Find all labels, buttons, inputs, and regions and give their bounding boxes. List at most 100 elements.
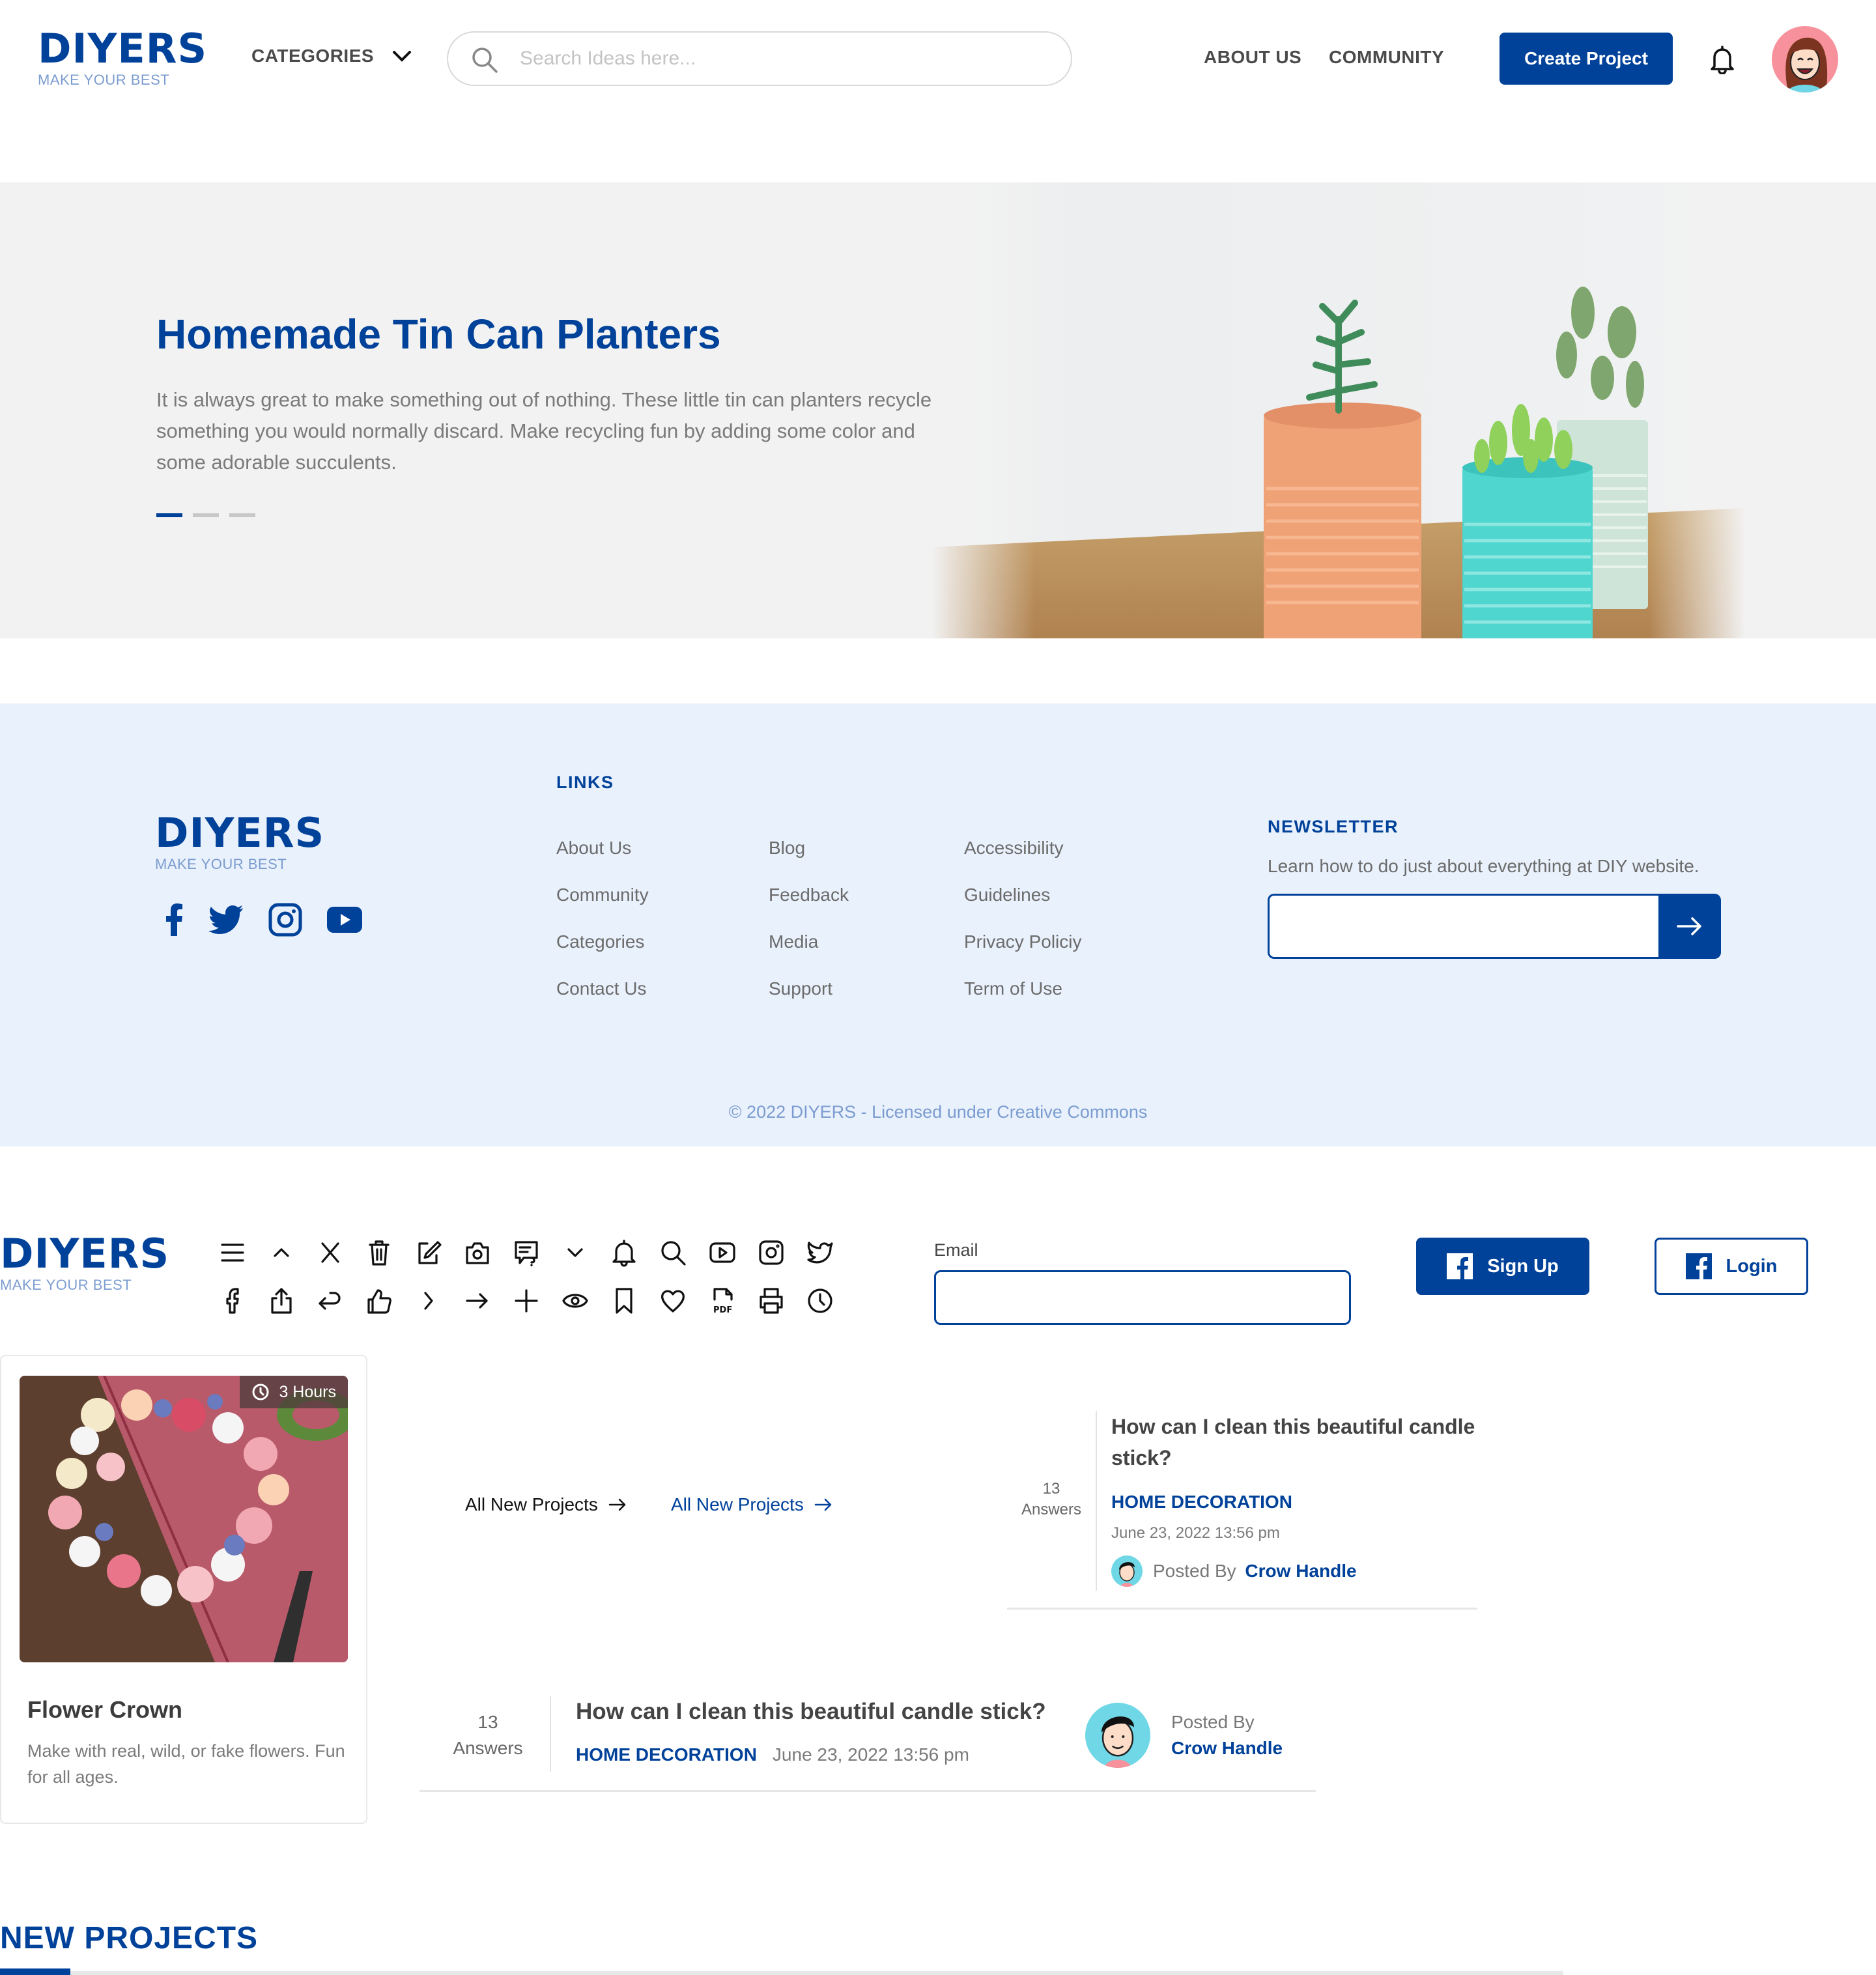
twitter-icon[interactable] [805, 1238, 835, 1268]
logo-tagline: MAKE YOUR BEST [38, 72, 170, 88]
section-title-new-projects: NEW PROJECTS [0, 1921, 259, 1955]
author-avatar[interactable] [1111, 1556, 1143, 1587]
all-new-projects-link-blue[interactable]: All New Projects [671, 1494, 832, 1515]
facebook-icon[interactable] [218, 1286, 248, 1316]
site-header: DIYERS MAKE YOUR BEST CATEGORIES ABOUT U… [0, 0, 1876, 117]
question-item-compact[interactable]: 13 Answers How can I clean this beautifu… [1007, 1411, 1477, 1610]
author-name[interactable]: Crow Handle [1245, 1561, 1356, 1581]
facebook-signup-button[interactable]: Sign Up [1416, 1238, 1589, 1295]
carousel-indicators [156, 513, 255, 517]
footer-link-community[interactable]: Community [556, 885, 649, 931]
author-name[interactable]: Crow Handle [1171, 1735, 1283, 1761]
duration-text: 3 Hours [279, 1382, 336, 1401]
search-bar[interactable] [447, 31, 1072, 86]
svg-text:PDF: PDF [713, 1305, 732, 1315]
reply-icon[interactable] [315, 1286, 345, 1316]
author-avatar[interactable] [1085, 1703, 1150, 1768]
eye-icon[interactable] [560, 1286, 590, 1316]
facebook-login-button[interactable]: Login [1655, 1238, 1808, 1295]
nav-community[interactable]: COMMUNITY [1329, 47, 1444, 68]
search-input[interactable] [520, 44, 1041, 73]
carousel-dot-3[interactable] [229, 513, 255, 517]
heart-icon[interactable] [658, 1286, 688, 1316]
youtube-icon[interactable] [327, 907, 362, 933]
bell-icon[interactable] [609, 1238, 639, 1268]
question-date: June 23, 2022 13:56 pm [1111, 1524, 1280, 1542]
email-label: Email [934, 1240, 978, 1260]
question-category[interactable]: HOME DECORATION [1111, 1492, 1292, 1513]
newsletter-text: Learn how to do just about everything at… [1268, 856, 1699, 876]
hero-description: It is always great to make something out… [156, 388, 932, 474]
menu-icon[interactable] [218, 1238, 248, 1268]
nav-about-us[interactable]: ABOUT US [1204, 47, 1301, 68]
bell-icon[interactable] [1709, 44, 1735, 74]
twitter-icon[interactable] [208, 905, 244, 935]
email-input[interactable] [934, 1270, 1351, 1325]
components-logo-tagline: MAKE YOUR BEST [0, 1277, 132, 1293]
question-author: Posted By Crow Handle [1111, 1556, 1357, 1587]
facebook-icon[interactable] [164, 903, 184, 936]
footer-link-privacy-policy[interactable]: Privacy Policiy [964, 931, 1081, 978]
chevron-down-icon[interactable] [560, 1238, 590, 1268]
print-icon[interactable] [756, 1286, 786, 1316]
section-underline-track [0, 1971, 1563, 1975]
edit-icon[interactable] [414, 1238, 444, 1268]
project-card-title[interactable]: Flower Crown [27, 1696, 182, 1724]
question-title[interactable]: How can I clean this beautiful candle st… [1111, 1411, 1476, 1473]
carousel-dot-1[interactable] [156, 513, 182, 517]
trash-icon[interactable] [364, 1238, 394, 1268]
close-icon[interactable] [315, 1238, 345, 1268]
footer-link-guidelines[interactable]: Guidelines [964, 885, 1081, 931]
footer-link-about-us[interactable]: About Us [556, 838, 649, 885]
user-avatar[interactable] [1772, 26, 1838, 92]
copyright-text: © 2022 DIYERS - Licensed under Creative … [728, 1102, 1148, 1122]
man-avatar-illustration [1101, 1716, 1134, 1768]
question-category[interactable]: HOME DECORATION [576, 1744, 757, 1765]
youtube-icon[interactable] [707, 1238, 737, 1268]
all-new-projects-link-dark[interactable]: All New Projects [465, 1494, 627, 1515]
header-logo[interactable]: DIYERS MAKE YOUR BEST [38, 29, 207, 89]
divider-horizontal [419, 1790, 1316, 1792]
share-icon[interactable] [266, 1286, 296, 1316]
search-icon [472, 48, 498, 73]
question-meta: HOME DECORATION June 23, 2022 13:56 pm [576, 1744, 969, 1765]
question-title[interactable]: How can I clean this beautiful candle st… [576, 1696, 1046, 1727]
footer-link-media[interactable]: Media [769, 931, 849, 978]
footer-link-contact-us[interactable]: Contact Us [556, 978, 649, 1025]
logo-wordmark: DIYERS [38, 25, 208, 72]
footer-link-categories[interactable]: Categories [556, 931, 649, 978]
instagram-icon[interactable] [756, 1238, 786, 1268]
hero-image [931, 182, 1746, 638]
divider-horizontal [1007, 1608, 1477, 1610]
bookmark-icon[interactable] [609, 1286, 639, 1316]
categories-dropdown[interactable]: CATEGORIES [251, 46, 412, 66]
clock-icon [252, 1384, 269, 1400]
icon-library: PDF [218, 1238, 835, 1334]
plus-icon[interactable] [511, 1286, 541, 1316]
footer-link-blog[interactable]: Blog [769, 838, 849, 885]
comment-question-icon[interactable] [511, 1238, 541, 1268]
question-item-wide[interactable]: 13 Answers How can I clean this beautifu… [419, 1696, 1316, 1774]
footer-link-feedback[interactable]: Feedback [769, 885, 849, 931]
pdf-icon[interactable]: PDF [707, 1286, 737, 1316]
chevron-right-icon[interactable] [414, 1286, 444, 1316]
newsletter-submit-button[interactable] [1658, 894, 1721, 959]
camera-icon[interactable] [462, 1238, 492, 1268]
search-icon[interactable] [658, 1238, 688, 1268]
footer-link-terms-of-use[interactable]: Term of Use [964, 978, 1081, 1025]
arrow-right-icon[interactable] [462, 1286, 492, 1316]
chevron-up-icon[interactable] [266, 1238, 296, 1268]
footer-link-accessibility[interactable]: Accessibility [964, 838, 1081, 885]
footer-link-support[interactable]: Support [769, 978, 849, 1025]
components-logo[interactable]: DIYERS MAKE YOUR BEST [0, 1234, 169, 1294]
thumbs-up-icon[interactable] [364, 1286, 394, 1316]
footer-logo-wordmark: DIYERS [155, 809, 325, 857]
man-avatar-illustration [1119, 1562, 1135, 1587]
clock-icon[interactable] [805, 1286, 835, 1316]
create-project-button[interactable]: Create Project [1499, 33, 1673, 85]
carousel-dot-2[interactable] [193, 513, 219, 517]
components-logo-wordmark: DIYERS [0, 1230, 170, 1277]
newsletter-email-input[interactable] [1268, 894, 1658, 959]
footer-logo[interactable]: DIYERS MAKE YOUR BEST [155, 813, 324, 873]
instagram-icon[interactable] [268, 903, 302, 937]
